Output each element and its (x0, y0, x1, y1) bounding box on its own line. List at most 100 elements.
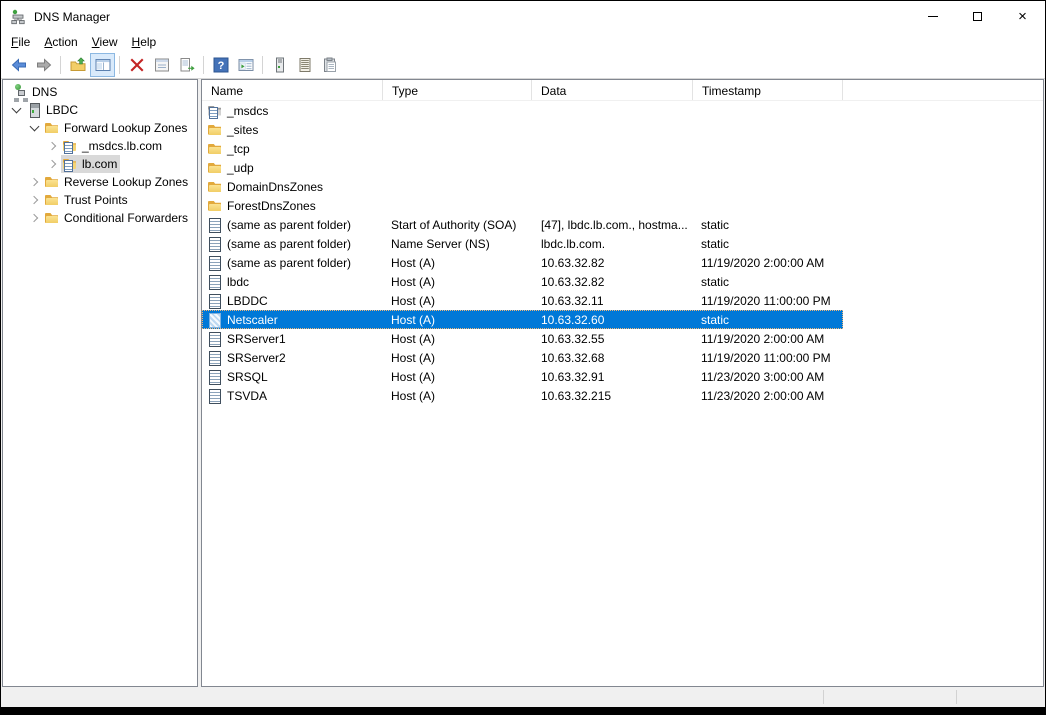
status-divider (956, 690, 957, 704)
tree-item[interactable]: LBDC (3, 101, 197, 119)
table-row[interactable]: (same as parent folder) Host (A) 10.63.3… (202, 253, 843, 272)
tree-item-label: Conditional Forwarders (64, 211, 188, 225)
export-list-button[interactable] (175, 54, 198, 76)
row-icon (207, 369, 223, 385)
record-list-button[interactable] (293, 54, 316, 76)
tree-item[interactable]: Trust Points (3, 191, 197, 209)
cell-type: Host (A) (383, 389, 532, 403)
record-list-icon (297, 57, 313, 73)
chevron-icon[interactable] (45, 155, 61, 173)
table-row[interactable]: Netscaler Host (A) 10.63.32.60 static (202, 310, 843, 329)
dns-manager-icon (10, 9, 26, 25)
table-row[interactable]: (same as parent folder) Name Server (NS)… (202, 234, 843, 253)
back-arrow-icon (11, 57, 27, 73)
toolbar: ? (1, 52, 1045, 79)
tree-item-body[interactable]: Forward Lookup Zones (43, 119, 190, 137)
up-one-level-button[interactable] (66, 54, 89, 76)
row-icon (207, 312, 223, 328)
row-name-label: (same as parent folder) (227, 218, 351, 232)
toolbar-separator (60, 56, 61, 74)
help-button[interactable]: ? (209, 54, 232, 76)
table-row[interactable]: (same as parent folder) Start of Authori… (202, 215, 843, 234)
tree-item[interactable]: _msdcs.lb.com (3, 137, 197, 155)
cell-data: [47], lbdc.lb.com., hostma... (532, 218, 693, 232)
export-list-icon (179, 57, 195, 73)
tree-item-label: lb.com (82, 157, 117, 171)
cell-data: 10.63.32.60 (532, 313, 693, 327)
cell-data: 10.63.32.82 (532, 256, 693, 270)
tree-item-body[interactable]: LBDC (25, 101, 81, 119)
tree-item-body[interactable]: Trust Points (43, 191, 131, 209)
menu-view[interactable]: View (85, 33, 125, 51)
chevron-icon[interactable] (9, 101, 25, 119)
tree-item[interactable]: Conditional Forwarders (3, 209, 197, 227)
chevron-icon[interactable] (45, 137, 61, 155)
row-name-label: LBDDC (227, 294, 268, 308)
table-row[interactable]: SRServer1 Host (A) 10.63.32.55 11/19/202… (202, 329, 843, 348)
cell-name: SRServer1 (202, 331, 383, 347)
cell-name: SRServer2 (202, 350, 383, 366)
chevron-icon[interactable] (27, 191, 43, 209)
tree-item-icon (62, 156, 78, 172)
cell-name: _udp (202, 160, 383, 176)
table-row[interactable]: lbdc Host (A) 10.63.32.82 static (202, 272, 843, 291)
table-row[interactable]: _msdcs (202, 101, 843, 120)
back-button[interactable] (7, 54, 30, 76)
tree-item-label: Reverse Lookup Zones (64, 175, 188, 189)
close-button[interactable]: × (1000, 1, 1045, 32)
row-name-label: _sites (227, 123, 258, 137)
row-name-label: (same as parent folder) (227, 237, 351, 251)
cell-name: (same as parent folder) (202, 255, 383, 271)
show-console-tree-button[interactable] (91, 54, 114, 76)
tree-item-body[interactable]: Conditional Forwarders (43, 209, 191, 227)
tree-item-body[interactable]: DNS (11, 83, 60, 101)
cell-timestamp: 11/19/2020 2:00:00 AM (693, 332, 843, 346)
clipboard-icon (322, 57, 338, 73)
table-row[interactable]: SRServer2 Host (A) 10.63.32.68 11/19/202… (202, 348, 843, 367)
tree-item-body[interactable]: _msdcs.lb.com (61, 137, 165, 155)
cell-name: ForestDnsZones (202, 198, 383, 214)
maximize-button[interactable] (955, 1, 1000, 32)
tree-item[interactable]: DNS (3, 83, 197, 101)
column-header-data[interactable]: Data (532, 80, 693, 100)
table-row[interactable]: _udp (202, 158, 843, 177)
table-row[interactable]: SRSQL Host (A) 10.63.32.91 11/23/2020 3:… (202, 367, 843, 386)
help-icon: ? (213, 57, 229, 73)
menu-help[interactable]: Help (125, 33, 164, 51)
clipboard-button[interactable] (318, 54, 341, 76)
tree-item-body[interactable]: lb.com (61, 155, 120, 173)
window-title: DNS Manager (34, 10, 110, 24)
console-tree-icon (95, 57, 111, 73)
table-row[interactable]: DomainDnsZones (202, 177, 843, 196)
column-header-timestamp[interactable]: Timestamp (693, 80, 843, 100)
table-row[interactable]: ForestDnsZones (202, 196, 843, 215)
column-header-name[interactable]: Name (202, 80, 383, 100)
cell-name: _msdcs (202, 103, 383, 119)
row-icon (207, 331, 223, 347)
tree-item[interactable]: lb.com (3, 155, 197, 173)
minimize-button[interactable] (910, 1, 955, 32)
chevron-icon[interactable] (27, 209, 43, 227)
tree-item-body[interactable]: Reverse Lookup Zones (43, 173, 191, 191)
cell-timestamp: static (693, 218, 843, 232)
table-row[interactable]: LBDDC Host (A) 10.63.32.11 11/19/2020 11… (202, 291, 843, 310)
chevron-icon[interactable] (27, 119, 43, 137)
new-window-button[interactable] (234, 54, 257, 76)
menu-action[interactable]: Action (37, 33, 84, 51)
delete-button[interactable] (125, 54, 148, 76)
server-button[interactable] (268, 54, 291, 76)
row-icon (207, 179, 223, 195)
table-row[interactable]: _tcp (202, 139, 843, 158)
table-row[interactable]: TSVDA Host (A) 10.63.32.215 11/23/2020 2… (202, 386, 843, 405)
properties-icon (154, 57, 170, 73)
cell-type: Start of Authority (SOA) (383, 218, 532, 232)
toolbar-separator (262, 56, 263, 74)
column-header-type[interactable]: Type (383, 80, 532, 100)
tree-item[interactable]: Reverse Lookup Zones (3, 173, 197, 191)
chevron-icon[interactable] (27, 173, 43, 191)
forward-button[interactable] (32, 54, 55, 76)
menu-file[interactable]: File (4, 33, 37, 51)
properties-button[interactable] (150, 54, 173, 76)
table-row[interactable]: _sites (202, 120, 843, 139)
tree-item[interactable]: Forward Lookup Zones (3, 119, 197, 137)
